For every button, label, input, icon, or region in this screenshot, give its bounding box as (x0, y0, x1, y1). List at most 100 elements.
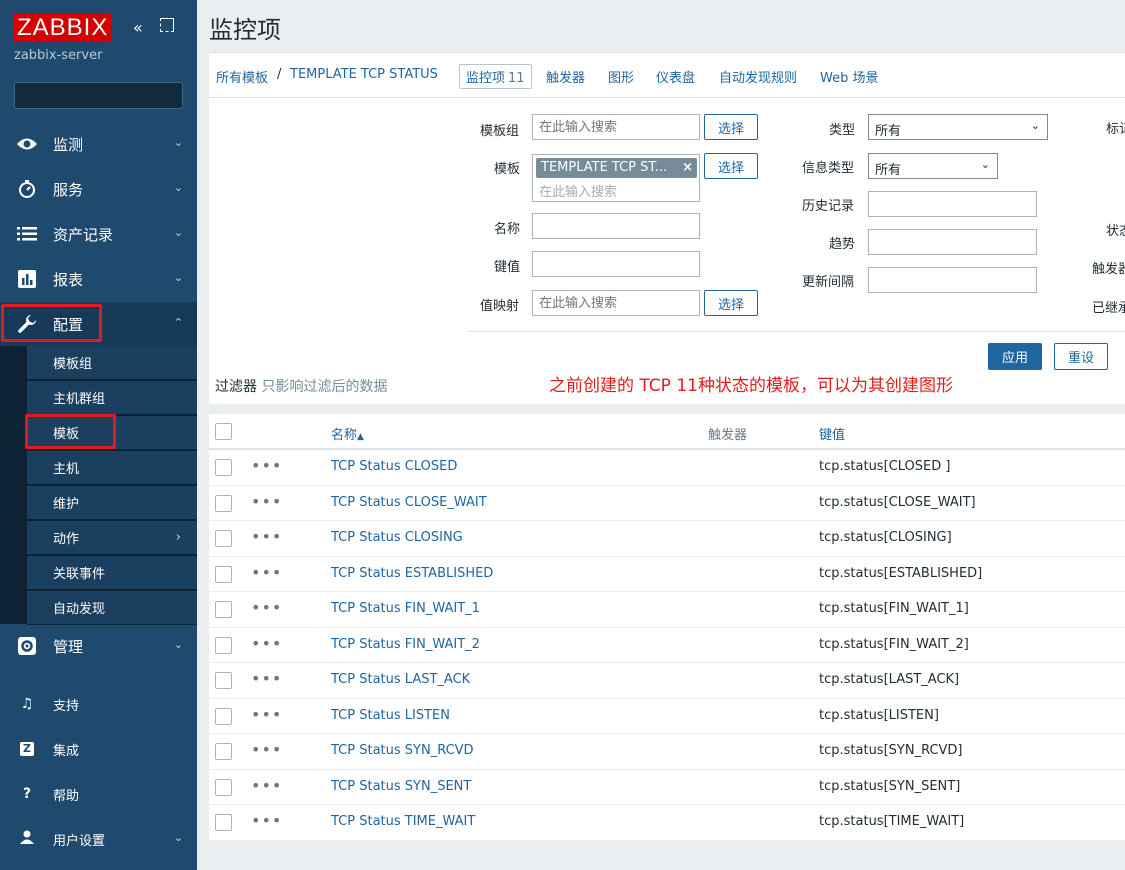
column-key-header[interactable]: 键值 (819, 424, 845, 443)
row-menu-icon[interactable]: ••• (251, 669, 282, 688)
row-menu-icon[interactable]: ••• (251, 634, 282, 653)
row-menu-icon[interactable]: ••• (251, 811, 282, 830)
filter-caption-note: 只影响过滤后的数据 (261, 379, 388, 395)
column-name-header[interactable]: 名称▲ (331, 424, 364, 443)
trends-input[interactable] (868, 229, 1037, 255)
name-input[interactable] (532, 213, 700, 239)
zabbix-logo[interactable]: ZABBIX (14, 14, 112, 42)
template-group-input[interactable] (532, 114, 700, 140)
valuemap-label: 值映射 (480, 299, 520, 314)
row-checkbox[interactable] (215, 672, 232, 689)
item-name-link[interactable]: TCP Status FIN_WAIT_1 (331, 601, 480, 616)
breadcrumb-template[interactable]: TEMPLATE TCP STATUS (290, 67, 438, 82)
row-menu-icon[interactable]: ••• (251, 492, 282, 511)
row-checkbox[interactable] (215, 530, 232, 547)
template-label: 模板 (494, 162, 521, 177)
submenu-templates[interactable]: 模板 (27, 416, 197, 450)
valuemap-input[interactable] (532, 290, 700, 316)
tab-items-count: 11 (508, 71, 525, 86)
tags-label: 标记 (1106, 122, 1125, 137)
bar-chart-icon (16, 268, 38, 290)
item-name-link[interactable]: TCP Status FIN_WAIT_2 (331, 637, 480, 652)
row-menu-icon[interactable]: ••• (251, 776, 282, 795)
table-row: ••• TCP Status CLOSE_WAIT tcp.status[CLOSE… (209, 486, 1125, 521)
sidebar-search-input[interactable] (14, 82, 183, 109)
user-icon (18, 830, 36, 848)
nav-reports[interactable]: 报表 ⌄ (0, 257, 197, 301)
submenu-actions[interactable]: 动作 › (27, 521, 197, 555)
item-name-link[interactable]: TCP Status LAST_ACK (331, 672, 470, 687)
tab-discovery-rules[interactable]: 自动发现规则 (719, 67, 797, 86)
status-label: 状态 (1106, 224, 1125, 239)
headset-icon: ♫ (20, 696, 34, 712)
tab-items[interactable]: 监控项 11 (459, 64, 532, 89)
type-select-value: 所有 (875, 124, 902, 139)
row-menu-icon[interactable]: ••• (251, 705, 282, 724)
item-name-link[interactable]: TCP Status TIME_WAIT (331, 814, 475, 829)
tab-graphs[interactable]: 图形 (608, 67, 634, 86)
history-input[interactable] (868, 191, 1037, 217)
interval-input[interactable] (868, 267, 1037, 293)
info-type-select[interactable]: 所有 ⌄ (868, 153, 998, 179)
nav-integrations[interactable]: Z 集成 (0, 727, 197, 771)
item-name-link[interactable]: TCP Status CLOSE_WAIT (331, 495, 487, 510)
row-menu-icon[interactable]: ••• (251, 456, 282, 475)
row-menu-icon[interactable]: ••• (251, 740, 282, 759)
submenu-hosts[interactable]: 主机 (27, 451, 197, 485)
key-input[interactable] (532, 251, 700, 277)
tab-web-scenarios[interactable]: Web 场景 (820, 67, 878, 86)
item-name-link[interactable]: TCP Status ESTABLISHED (331, 566, 493, 581)
apply-button[interactable]: 应用 (988, 343, 1042, 370)
annotation-note: 之前创建的 TCP 11种状态的模板，可以为其创建图形 (549, 376, 953, 396)
item-name-link[interactable]: TCP Status CLOSED (331, 459, 457, 474)
item-name-link[interactable]: TCP Status SYN_RCVD (331, 743, 474, 758)
row-checkbox[interactable] (215, 707, 232, 725)
list-icon (16, 223, 38, 245)
select-all-checkbox[interactable] (215, 423, 232, 440)
submenu-discovery[interactable]: 自动发现 (27, 591, 197, 625)
column-triggers-header: 触发器 (708, 428, 748, 443)
remove-tag-icon[interactable]: × (682, 158, 693, 178)
valuemap-select-button[interactable]: 选择 (704, 290, 758, 316)
submenu-host-groups[interactable]: 主机群组 (27, 381, 197, 415)
kiosk-mode-icon[interactable] (160, 18, 174, 32)
row-checkbox[interactable] (215, 459, 232, 476)
row-checkbox[interactable] (215, 778, 232, 796)
template-select-button[interactable]: 选择 (704, 153, 758, 179)
item-name-link[interactable]: TCP Status SYN_SENT (331, 779, 471, 794)
chevron-down-icon: ⌄ (173, 831, 183, 844)
template-multiselect[interactable]: TEMPLATE TCP ST... × 在此输入搜索 (532, 154, 700, 202)
nav-configuration[interactable]: 配置 ⌃ (0, 302, 197, 346)
submenu-event-correlation[interactable]: 关联事件 (27, 556, 197, 590)
reset-button[interactable]: 重设 (1054, 343, 1108, 370)
submenu-maintenance[interactable]: 维护 (27, 486, 197, 520)
inherited-label: 已继承 (1092, 301, 1125, 316)
item-name-link[interactable]: TCP Status CLOSING (331, 530, 463, 545)
nav-user-settings[interactable]: 用户设置 ⌄ (0, 817, 197, 861)
tab-triggers[interactable]: 触发器 (546, 67, 585, 86)
nav-monitoring[interactable]: 监测 ⌄ (0, 122, 197, 166)
breadcrumb-all-templates[interactable]: 所有模板 (216, 67, 268, 86)
submenu-template-groups[interactable]: 模板组 (27, 346, 197, 380)
template-group-select-button[interactable]: 选择 (704, 114, 758, 140)
tab-dashboards[interactable]: 仪表盘 (656, 67, 695, 86)
nav-inventory[interactable]: 资产记录 ⌄ (0, 212, 197, 256)
nav-help[interactable]: ? 帮助 (0, 772, 197, 816)
row-menu-icon[interactable]: ••• (251, 598, 282, 617)
row-checkbox[interactable] (215, 743, 232, 760)
zabbix-icon: Z (20, 742, 34, 756)
type-select[interactable]: 所有 ⌄ (868, 114, 1048, 140)
row-checkbox[interactable] (215, 494, 232, 512)
row-checkbox[interactable] (215, 565, 232, 583)
row-checkbox[interactable] (215, 814, 232, 831)
row-menu-icon[interactable]: ••• (251, 527, 282, 546)
row-checkbox[interactable] (215, 601, 232, 618)
nav-administration[interactable]: 管理 ⌄ (0, 624, 197, 668)
interval-label: 更新间隔 (802, 275, 855, 290)
collapse-sidebar-icon[interactable]: « (133, 18, 143, 37)
row-checkbox[interactable] (215, 636, 232, 654)
row-menu-icon[interactable]: ••• (251, 563, 282, 582)
nav-services[interactable]: 服务 ⌄ (0, 167, 197, 211)
item-name-link[interactable]: TCP Status LISTEN (331, 708, 450, 723)
nav-support[interactable]: ♫ 支持 (0, 682, 197, 726)
